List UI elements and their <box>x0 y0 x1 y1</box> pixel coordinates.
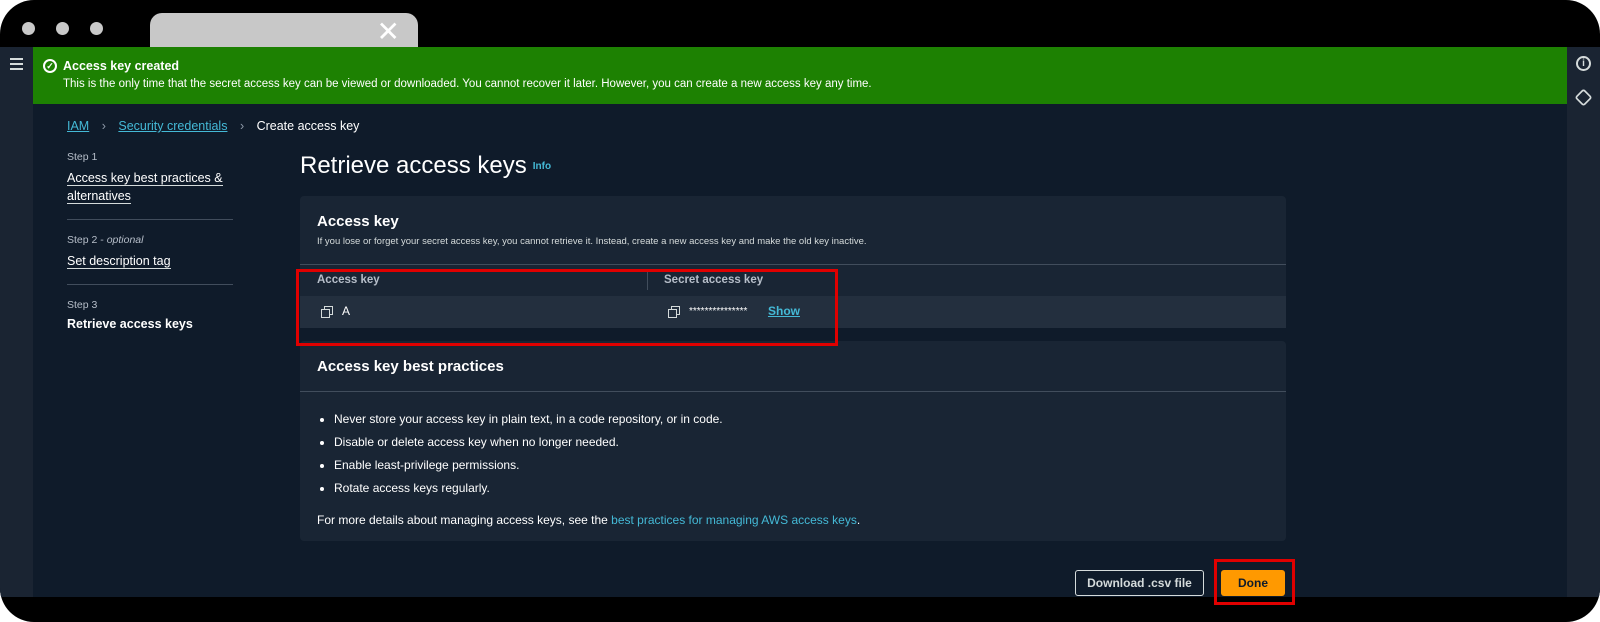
divider <box>67 219 233 220</box>
table-header: Access key Secret access key <box>300 264 1286 297</box>
download-csv-button[interactable]: Download .csv file <box>1075 570 1204 596</box>
right-rail: i <box>1567 47 1600 597</box>
breadcrumb-current: Create access key <box>256 119 360 133</box>
info-icon[interactable]: i <box>1576 56 1591 71</box>
access-key-panel: Access key If you lose or forget your se… <box>300 196 1286 328</box>
secret-key-masked: *************** <box>689 306 748 317</box>
done-button[interactable]: Done <box>1221 570 1285 596</box>
wizard-steps: Step 1 Access key best practices & alter… <box>67 151 233 331</box>
console-content: i ✓ Access key created This is the only … <box>0 47 1600 597</box>
column-divider <box>647 272 648 290</box>
left-rail <box>0 47 33 597</box>
info-link[interactable]: Info <box>533 161 551 172</box>
list-item: Disable or delete access key when no lon… <box>334 436 723 449</box>
chevron-right-icon: › <box>101 119 106 133</box>
list-item: Never store your access key in plain tex… <box>334 413 723 426</box>
step-1-link[interactable]: Access key best practices & alternatives <box>67 169 233 205</box>
success-flashbar: ✓ Access key created This is the only ti… <box>33 47 1567 104</box>
step-2-label: Step 2 - optional <box>67 234 144 246</box>
menu-icon[interactable] <box>10 58 23 73</box>
copy-icon[interactable] <box>321 306 333 318</box>
table-row: A *************** Show <box>300 296 1286 328</box>
check-circle-icon: ✓ <box>43 59 57 73</box>
breadcrumb-iam[interactable]: IAM <box>67 119 89 133</box>
list-item: Enable least-privilege permissions. <box>334 459 723 472</box>
window-close-dot[interactable] <box>22 22 35 35</box>
copy-icon[interactable] <box>668 306 680 318</box>
window-maximize-dot[interactable] <box>90 22 103 35</box>
page-title: Retrieve access keys Info <box>300 152 552 179</box>
divider <box>67 284 233 285</box>
step-2-link[interactable]: Set description tag <box>67 252 233 270</box>
access-key-panel-description: If you lose or forget your secret access… <box>317 236 867 247</box>
app-window: ✕ i ✓ Access key created This is the onl… <box>0 0 1600 622</box>
flash-title: Access key created <box>63 59 180 73</box>
best-practices-link[interactable]: best practices for managing AWS access k… <box>611 513 857 527</box>
window-minimize-dot[interactable] <box>56 22 69 35</box>
feedback-icon[interactable] <box>1574 88 1593 107</box>
column-access-key: Access key <box>317 274 380 286</box>
best-practices-panel: Access key best practices Never store yo… <box>300 341 1286 541</box>
step-1-label: Step 1 <box>67 151 98 163</box>
close-icon[interactable]: ✕ <box>377 18 400 46</box>
best-practices-list: Never store your access key in plain tex… <box>320 413 723 505</box>
step-3-current: Retrieve access keys <box>67 317 193 331</box>
best-practices-title: Access key best practices <box>317 358 504 375</box>
access-key-panel-title: Access key <box>317 213 399 230</box>
breadcrumb: IAM › Security credentials › Create acce… <box>67 119 359 133</box>
divider <box>300 391 1286 392</box>
column-secret-access-key: Secret access key <box>664 274 764 286</box>
show-secret-link[interactable]: Show <box>768 304 800 318</box>
more-details-text: For more details about managing access k… <box>317 513 861 527</box>
list-item: Rotate access keys regularly. <box>334 482 723 495</box>
step-3-label: Step 3 <box>67 299 98 311</box>
access-key-value: A <box>342 304 351 318</box>
breadcrumb-security-credentials[interactable]: Security credentials <box>118 119 227 133</box>
flash-message: This is the only time that the secret ac… <box>63 78 872 90</box>
chevron-right-icon: › <box>239 119 245 133</box>
